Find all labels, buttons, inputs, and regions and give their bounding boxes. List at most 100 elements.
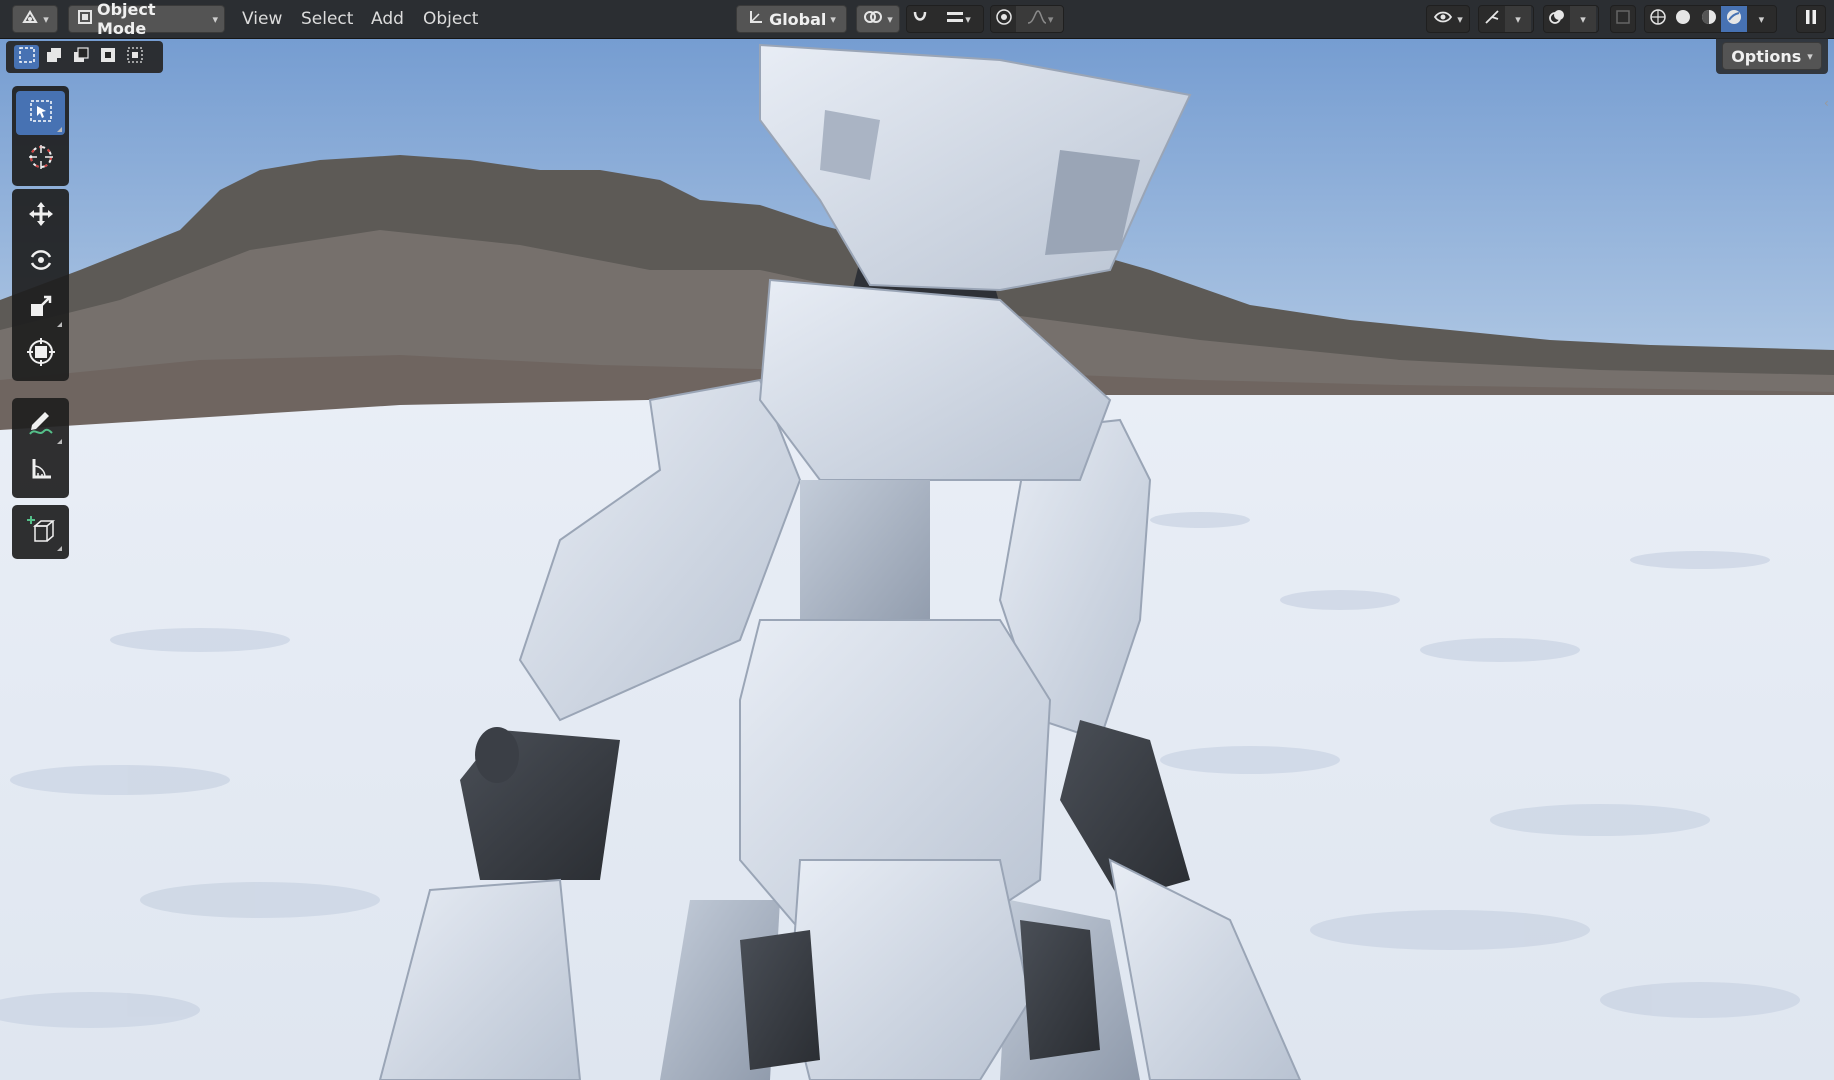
overlays-group: ▾ — [1543, 5, 1599, 33]
measure-icon — [28, 456, 54, 487]
object-visibility-dropdown[interactable]: ▾ — [1426, 5, 1470, 33]
select-difference-icon — [99, 46, 117, 69]
editor-type-button[interactable]: ▾ — [12, 5, 58, 33]
chevron-down-icon: ▾ — [887, 12, 893, 26]
select-intersect-icon — [126, 46, 144, 69]
select-extend-button[interactable] — [41, 45, 66, 69]
wireframe-shading-icon — [1649, 8, 1667, 31]
tool-transform[interactable] — [16, 332, 65, 376]
select-new-icon — [18, 46, 36, 69]
toolbar-select-group — [12, 86, 69, 186]
shading-mode-group: ▾ — [1644, 5, 1777, 33]
chevron-down-icon: ▾ — [43, 12, 49, 26]
snap-icon — [911, 8, 929, 31]
move-icon — [27, 200, 55, 233]
select-box-icon — [28, 98, 54, 129]
snap-target-dropdown[interactable]: ▾ — [933, 6, 983, 32]
pivot-point-dropdown[interactable]: ▾ — [856, 5, 900, 33]
falloff-curve-icon — [1026, 9, 1048, 30]
select-intersect-button[interactable] — [122, 45, 147, 69]
menu-view[interactable]: View — [238, 7, 286, 31]
object-mode-icon — [77, 9, 93, 29]
chevron-down-icon: ▾ — [1457, 12, 1463, 26]
shading-material-button[interactable] — [1695, 6, 1722, 32]
select-subtract-button[interactable] — [68, 45, 93, 69]
tool-options-corner — [57, 322, 62, 327]
sidebar-toggle-icon[interactable]: ‹ — [1824, 96, 1834, 114]
tool-cursor[interactable] — [16, 137, 65, 181]
transform-orientation-icon — [747, 8, 765, 30]
chevron-down-icon: ▾ — [212, 12, 218, 26]
orientation-label: Global — [769, 9, 827, 29]
eye-icon — [1433, 9, 1453, 29]
chevron-down-icon: ▾ — [1047, 12, 1054, 26]
snap-target-icon — [945, 8, 965, 31]
tool-options-corner — [57, 439, 62, 444]
pause-icon — [1804, 9, 1818, 29]
chevron-down-icon: ▾ — [1515, 12, 1521, 26]
3d-viewport[interactable] — [0, 0, 1834, 1080]
proportional-editing-icon — [995, 8, 1013, 31]
xray-toggle[interactable] — [1610, 5, 1636, 33]
transform-orientation-dropdown[interactable]: Global ▾ — [736, 5, 847, 33]
falloff-dropdown[interactable]: ▾ — [1016, 6, 1063, 32]
material-shading-icon — [1700, 8, 1718, 31]
snap-group: ▾ — [906, 5, 984, 33]
xray-icon — [1615, 9, 1631, 29]
scale-icon — [28, 293, 54, 324]
shading-wireframe-button[interactable] — [1645, 6, 1671, 32]
select-subtract-icon — [72, 46, 90, 69]
mode-dropdown[interactable]: Object Mode ▾ — [68, 0, 225, 38]
proportional-group: ▾ — [990, 5, 1064, 33]
tool-add-cube[interactable] — [16, 510, 65, 554]
gizmo-icon — [1483, 8, 1501, 31]
gizmo-toggle[interactable] — [1479, 6, 1505, 32]
menu-add[interactable]: Add — [367, 7, 408, 31]
options-label: Options — [1731, 46, 1802, 66]
viewport-header: ▾ Object Mode ▾ View Select Add Object G… — [0, 0, 1834, 39]
solid-shading-icon — [1674, 8, 1692, 31]
mode-label: Object Mode — [97, 0, 156, 38]
cursor-icon — [26, 142, 56, 177]
chevron-down-icon: ▾ — [1580, 12, 1586, 26]
chevron-down-icon: ▾ — [1758, 12, 1765, 26]
gizmo-dropdown[interactable]: ▾ — [1505, 6, 1531, 32]
tool-options-corner — [57, 127, 62, 132]
shading-options-dropdown[interactable]: ▾ — [1746, 6, 1776, 32]
transform-icon — [26, 337, 55, 371]
gizmo-group: ▾ — [1478, 5, 1534, 33]
overlays-icon — [1548, 8, 1566, 31]
chevron-down-icon: ▾ — [1807, 49, 1813, 63]
add-cube-icon — [25, 514, 57, 551]
options-dropdown[interactable]: Options ▾ — [1722, 42, 1822, 70]
pivot-point-icon — [863, 8, 883, 30]
shading-solid-button[interactable] — [1670, 6, 1696, 32]
select-difference-button[interactable] — [95, 45, 120, 69]
tool-annotate[interactable] — [16, 403, 65, 447]
editor-type-icon — [21, 8, 39, 30]
tool-options-corner — [57, 546, 62, 551]
tool-rotate[interactable] — [16, 240, 65, 284]
menu-object[interactable]: Object — [419, 7, 482, 31]
tool-move[interactable] — [16, 194, 65, 238]
pause-render-button[interactable] — [1796, 5, 1826, 33]
toolbar-add-group — [12, 505, 69, 559]
rendered-scene — [0, 0, 1834, 1080]
annotate-icon — [27, 409, 55, 442]
menu-select[interactable]: Select — [297, 7, 357, 31]
rendered-shading-icon — [1725, 8, 1743, 31]
toolbar-transform-group — [12, 189, 69, 381]
rotate-icon — [27, 246, 55, 279]
select-extend-icon — [45, 46, 63, 69]
overlays-toggle[interactable] — [1544, 6, 1570, 32]
tool-measure[interactable] — [16, 449, 65, 493]
shading-rendered-button[interactable] — [1721, 6, 1747, 32]
select-new-button[interactable] — [14, 45, 39, 69]
chevron-down-icon: ▾ — [830, 12, 836, 26]
proportional-editing-toggle[interactable] — [991, 6, 1017, 32]
overlays-dropdown[interactable]: ▾ — [1570, 6, 1596, 32]
chevron-down-icon: ▾ — [965, 12, 971, 26]
snap-toggle[interactable] — [907, 6, 933, 32]
tool-select-box[interactable] — [16, 91, 65, 135]
tool-scale[interactable] — [16, 286, 65, 330]
